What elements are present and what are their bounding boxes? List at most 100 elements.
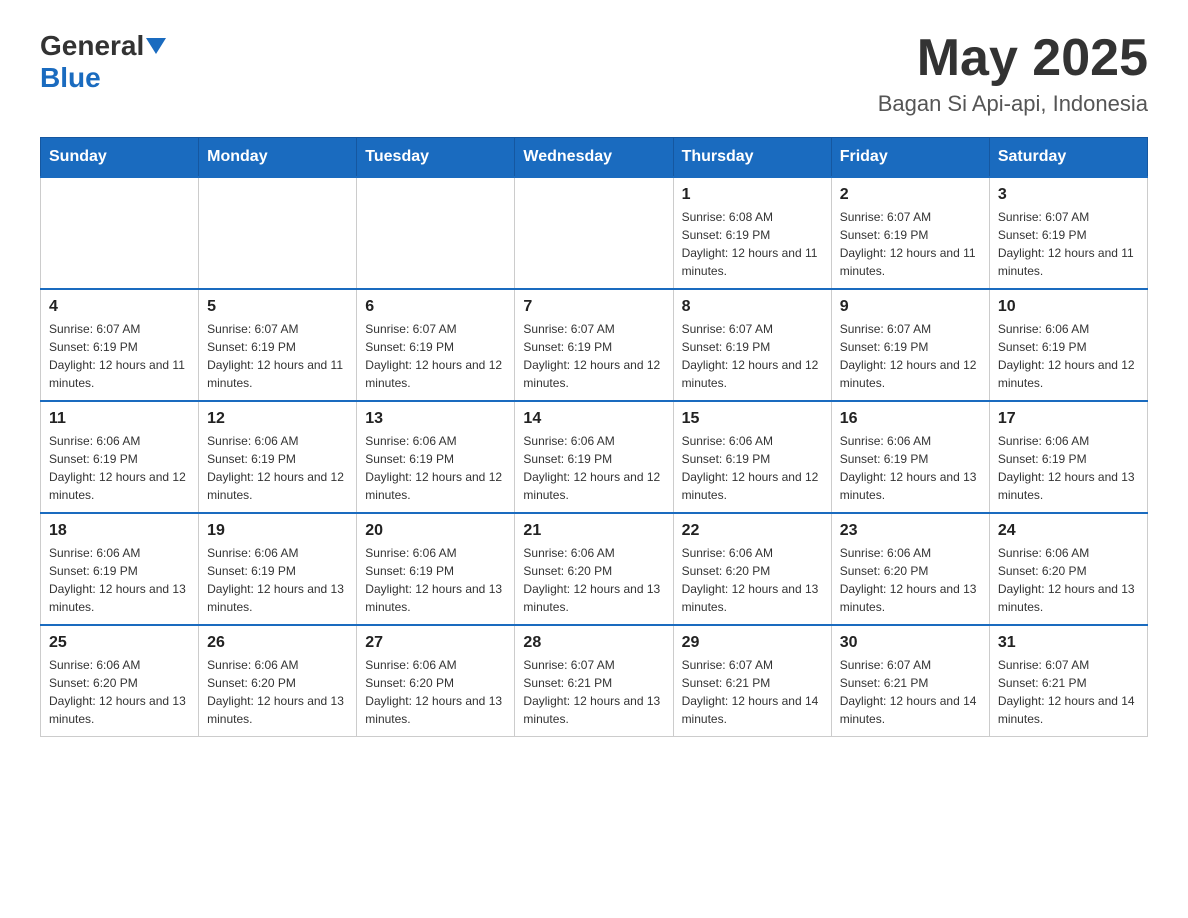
day-number: 15 [682, 410, 823, 428]
day-number: 28 [523, 634, 664, 652]
day-info: Sunrise: 6:06 AMSunset: 6:20 PMDaylight:… [682, 544, 823, 616]
logo-triangle-icon [146, 38, 166, 54]
day-number: 11 [49, 410, 190, 428]
day-info: Sunrise: 6:07 AMSunset: 6:21 PMDaylight:… [523, 656, 664, 728]
day-number: 16 [840, 410, 981, 428]
logo-general-text: General [40, 30, 144, 62]
calendar-cell: 15 Sunrise: 6:06 AMSunset: 6:19 PMDayligh… [673, 401, 831, 513]
calendar-cell: 8Sunrise: 6:07 AMSunset: 6:19 PMDaylight… [673, 289, 831, 401]
day-of-week-header: Sunday [41, 138, 199, 178]
calendar-header-row: SundayMondayTuesdayWednesdayThursdayFrid… [41, 138, 1148, 178]
calendar-cell: 22 Sunrise: 6:06 AMSunset: 6:20 PMDayligh… [673, 513, 831, 625]
day-number: 24 [998, 522, 1139, 540]
calendar-cell: 17 Sunrise: 6:06 AMSunset: 6:19 PMDayligh… [989, 401, 1147, 513]
day-number: 29 [682, 634, 823, 652]
day-info: Sunrise: 6:06 AMSunset: 6:19 PMDaylight:… [682, 432, 823, 504]
day-number: 1 [682, 186, 823, 204]
day-of-week-header: Friday [831, 138, 989, 178]
day-number: 22 [682, 522, 823, 540]
day-number: 26 [207, 634, 348, 652]
day-info: Sunrise: 6:07 AMSunset: 6:19 PMDaylight:… [840, 320, 981, 392]
day-info: Sunrise: 6:06 AMSunset: 6:19 PMDaylight:… [998, 320, 1139, 392]
day-number: 4 [49, 298, 190, 316]
calendar-cell: 9 Sunrise: 6:07 AMSunset: 6:19 PMDaylight… [831, 289, 989, 401]
day-info: Sunrise: 6:06 AMSunset: 6:20 PMDaylight:… [523, 544, 664, 616]
day-info: Sunrise: 6:07 AMSunset: 6:19 PMDaylight:… [207, 320, 348, 392]
day-info: Sunrise: 6:06 AMSunset: 6:20 PMDaylight:… [998, 544, 1139, 616]
day-number: 17 [998, 410, 1139, 428]
calendar-cell: 11 Sunrise: 6:06 AMSunset: 6:19 PMDayligh… [41, 401, 199, 513]
day-info: Sunrise: 6:07 AMSunset: 6:21 PMDaylight:… [840, 656, 981, 728]
day-number: 5 [207, 298, 348, 316]
day-info: Sunrise: 6:07 AMSunset: 6:19 PMDaylight:… [840, 208, 981, 280]
calendar-cell: 23Sunrise: 6:06 AMSunset: 6:20 PMDayligh… [831, 513, 989, 625]
calendar-cell: 29 Sunrise: 6:07 AMSunset: 6:21 PMDayligh… [673, 625, 831, 737]
calendar-cell: 24 Sunrise: 6:06 AMSunset: 6:20 PMDayligh… [989, 513, 1147, 625]
day-number: 30 [840, 634, 981, 652]
calendar-cell: 13 Sunrise: 6:06 AMSunset: 6:19 PMDayligh… [357, 401, 515, 513]
calendar-week-row: 25 Sunrise: 6:06 AMSunset: 6:20 PMDayligh… [41, 625, 1148, 737]
calendar-cell: 28 Sunrise: 6:07 AMSunset: 6:21 PMDayligh… [515, 625, 673, 737]
day-info: Sunrise: 6:06 AMSunset: 6:19 PMDaylight:… [365, 432, 506, 504]
calendar-cell: 4 Sunrise: 6:07 AMSunset: 6:19 PMDaylight… [41, 289, 199, 401]
day-number: 7 [523, 298, 664, 316]
page-header: General Blue May 2025 Bagan Si Api-api, … [40, 30, 1148, 117]
location-subtitle: Bagan Si Api-api, Indonesia [878, 91, 1148, 117]
day-info: Sunrise: 6:07 AMSunset: 6:19 PMDaylight:… [49, 320, 190, 392]
calendar-week-row: 4 Sunrise: 6:07 AMSunset: 6:19 PMDaylight… [41, 289, 1148, 401]
calendar-week-row: 11 Sunrise: 6:06 AMSunset: 6:19 PMDayligh… [41, 401, 1148, 513]
day-info: Sunrise: 6:06 AMSunset: 6:19 PMDaylight:… [49, 544, 190, 616]
day-info: Sunrise: 6:06 AMSunset: 6:19 PMDaylight:… [207, 432, 348, 504]
logo: General Blue [40, 30, 168, 94]
calendar-cell: 20Sunrise: 6:06 AMSunset: 6:19 PMDayligh… [357, 513, 515, 625]
day-number: 2 [840, 186, 981, 204]
day-of-week-header: Monday [199, 138, 357, 178]
calendar-cell: 30 Sunrise: 6:07 AMSunset: 6:21 PMDayligh… [831, 625, 989, 737]
day-of-week-header: Wednesday [515, 138, 673, 178]
calendar-cell: 3Sunrise: 6:07 AMSunset: 6:19 PMDaylight… [989, 177, 1147, 289]
calendar-cell: 10Sunrise: 6:06 AMSunset: 6:19 PMDayligh… [989, 289, 1147, 401]
day-info: Sunrise: 6:07 AMSunset: 6:21 PMDaylight:… [998, 656, 1139, 728]
day-number: 9 [840, 298, 981, 316]
calendar-cell: 16 Sunrise: 6:06 AMSunset: 6:19 PMDayligh… [831, 401, 989, 513]
day-number: 27 [365, 634, 506, 652]
day-info: Sunrise: 6:07 AMSunset: 6:19 PMDaylight:… [523, 320, 664, 392]
calendar-cell [41, 177, 199, 289]
calendar-cell: 31Sunrise: 6:07 AMSunset: 6:21 PMDayligh… [989, 625, 1147, 737]
day-number: 23 [840, 522, 981, 540]
day-number: 13 [365, 410, 506, 428]
calendar-week-row: 18Sunrise: 6:06 AMSunset: 6:19 PMDayligh… [41, 513, 1148, 625]
calendar-cell [357, 177, 515, 289]
day-number: 25 [49, 634, 190, 652]
logo-blue-text: Blue [40, 62, 101, 93]
day-of-week-header: Thursday [673, 138, 831, 178]
day-info: Sunrise: 6:06 AMSunset: 6:19 PMDaylight:… [998, 432, 1139, 504]
calendar-cell: 14 Sunrise: 6:06 AMSunset: 6:19 PMDayligh… [515, 401, 673, 513]
calendar-cell: 26Sunrise: 6:06 AMSunset: 6:20 PMDayligh… [199, 625, 357, 737]
day-number: 3 [998, 186, 1139, 204]
calendar-cell: 12 Sunrise: 6:06 AMSunset: 6:19 PMDayligh… [199, 401, 357, 513]
day-number: 14 [523, 410, 664, 428]
calendar-cell: 1 Sunrise: 6:08 AMSunset: 6:19 PMDaylight… [673, 177, 831, 289]
day-info: Sunrise: 6:06 AMSunset: 6:19 PMDaylight:… [523, 432, 664, 504]
day-info: Sunrise: 6:07 AMSunset: 6:21 PMDaylight:… [682, 656, 823, 728]
day-info: Sunrise: 6:07 AMSunset: 6:19 PMDaylight:… [365, 320, 506, 392]
calendar-cell: 27 Sunrise: 6:06 AMSunset: 6:20 PMDayligh… [357, 625, 515, 737]
day-number: 19 [207, 522, 348, 540]
calendar-cell: 6Sunrise: 6:07 AMSunset: 6:19 PMDaylight… [357, 289, 515, 401]
day-info: Sunrise: 6:08 AMSunset: 6:19 PMDaylight:… [682, 208, 823, 280]
calendar-cell [515, 177, 673, 289]
calendar-week-row: 1 Sunrise: 6:08 AMSunset: 6:19 PMDaylight… [41, 177, 1148, 289]
day-number: 12 [207, 410, 348, 428]
calendar-cell [199, 177, 357, 289]
day-info: Sunrise: 6:06 AMSunset: 6:19 PMDaylight:… [207, 544, 348, 616]
calendar-cell: 25Sunrise: 6:06 AMSunset: 6:20 PMDayligh… [41, 625, 199, 737]
calendar-cell: 18Sunrise: 6:06 AMSunset: 6:19 PMDayligh… [41, 513, 199, 625]
calendar-cell: 2 Sunrise: 6:07 AMSunset: 6:19 PMDaylight… [831, 177, 989, 289]
day-info: Sunrise: 6:06 AMSunset: 6:20 PMDaylight:… [365, 656, 506, 728]
day-info: Sunrise: 6:06 AMSunset: 6:19 PMDaylight:… [49, 432, 190, 504]
calendar-cell: 19 Sunrise: 6:06 AMSunset: 6:19 PMDayligh… [199, 513, 357, 625]
calendar-cell: 7 Sunrise: 6:07 AMSunset: 6:19 PMDaylight… [515, 289, 673, 401]
day-info: Sunrise: 6:06 AMSunset: 6:19 PMDaylight:… [840, 432, 981, 504]
day-of-week-header: Saturday [989, 138, 1147, 178]
